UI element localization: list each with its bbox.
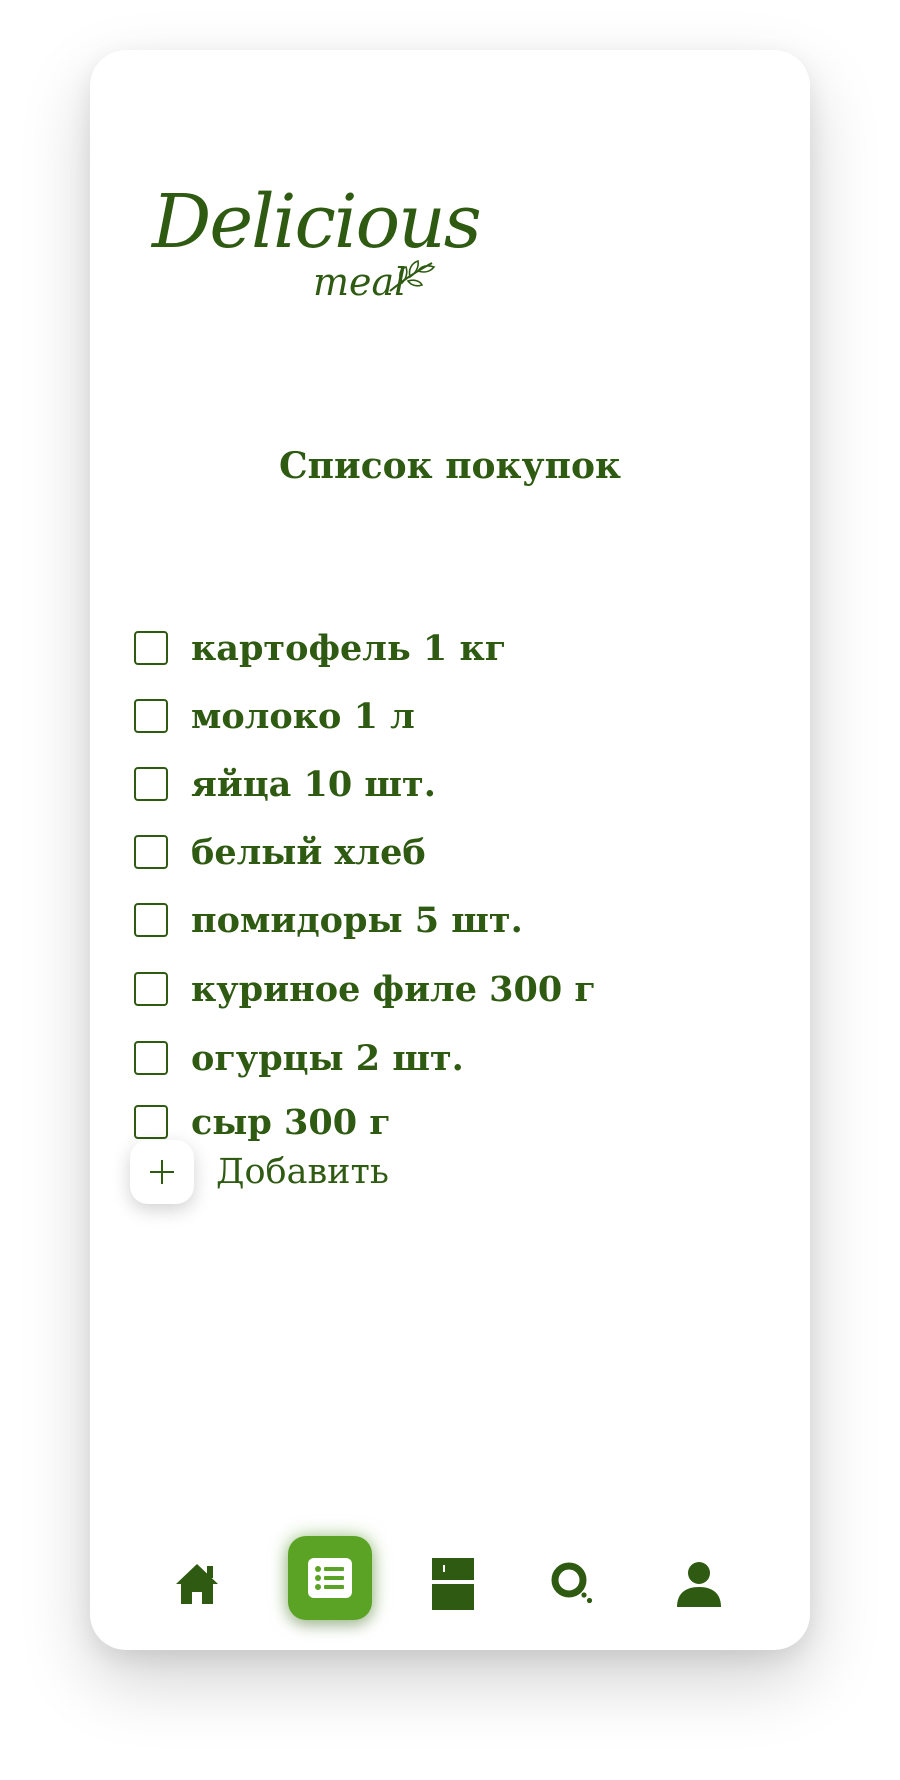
nav-profile[interactable] [657, 1542, 741, 1626]
logo: Delicious meal [150, 185, 490, 315]
item-checkbox[interactable] [134, 835, 168, 869]
add-item-button[interactable] [130, 1140, 194, 1204]
leaf-icon [389, 259, 436, 292]
user-icon [677, 1562, 721, 1607]
item-label: белый хлеб [191, 831, 426, 873]
list-icon [308, 1558, 352, 1598]
bottom-nav [90, 1530, 810, 1650]
item-checkbox[interactable] [134, 767, 168, 801]
add-item-label: Добавить [216, 1152, 389, 1192]
list-item[interactable]: яйца 10 шт. [134, 763, 436, 805]
list-item[interactable]: белый хлеб [134, 831, 426, 873]
app-screen: Delicious meal Список покупок картофель … [90, 50, 810, 1650]
list-item[interactable]: помидоры 5 шт. [134, 899, 523, 941]
item-label: огурцы 2 шт. [191, 1037, 464, 1079]
nav-fridge[interactable] [411, 1542, 495, 1626]
item-checkbox[interactable] [134, 1041, 168, 1075]
item-checkbox[interactable] [134, 1105, 168, 1139]
list-item[interactable]: молоко 1 л [134, 695, 415, 737]
item-checkbox[interactable] [134, 972, 168, 1006]
item-label: молоко 1 л [191, 695, 415, 737]
list-item[interactable]: картофель 1 кг [134, 627, 507, 669]
plus-icon [150, 1160, 174, 1184]
logo-main-text: Delicious [152, 179, 482, 265]
item-checkbox[interactable] [134, 903, 168, 937]
item-label: помидоры 5 шт. [191, 899, 523, 941]
list-item[interactable]: огурцы 2 шт. [134, 1037, 464, 1079]
add-item-row[interactable]: Добавить [130, 1140, 389, 1204]
nav-home[interactable] [155, 1542, 239, 1626]
nav-shopping-list[interactable] [288, 1536, 372, 1620]
list-item[interactable]: куриное филе 300 г [134, 968, 596, 1010]
item-label: яйца 10 шт. [191, 763, 436, 805]
search-icon [551, 1562, 593, 1604]
list-item[interactable]: сыр 300 г [134, 1101, 391, 1143]
page-title: Список покупок [279, 445, 621, 487]
item-label: куриное филе 300 г [191, 968, 596, 1010]
nav-search[interactable] [531, 1542, 615, 1626]
item-checkbox[interactable] [134, 631, 168, 665]
item-checkbox[interactable] [134, 699, 168, 733]
home-icon [176, 1564, 218, 1604]
item-label: сыр 300 г [191, 1101, 391, 1143]
item-label: картофель 1 кг [191, 627, 507, 669]
fridge-icon [432, 1558, 474, 1610]
